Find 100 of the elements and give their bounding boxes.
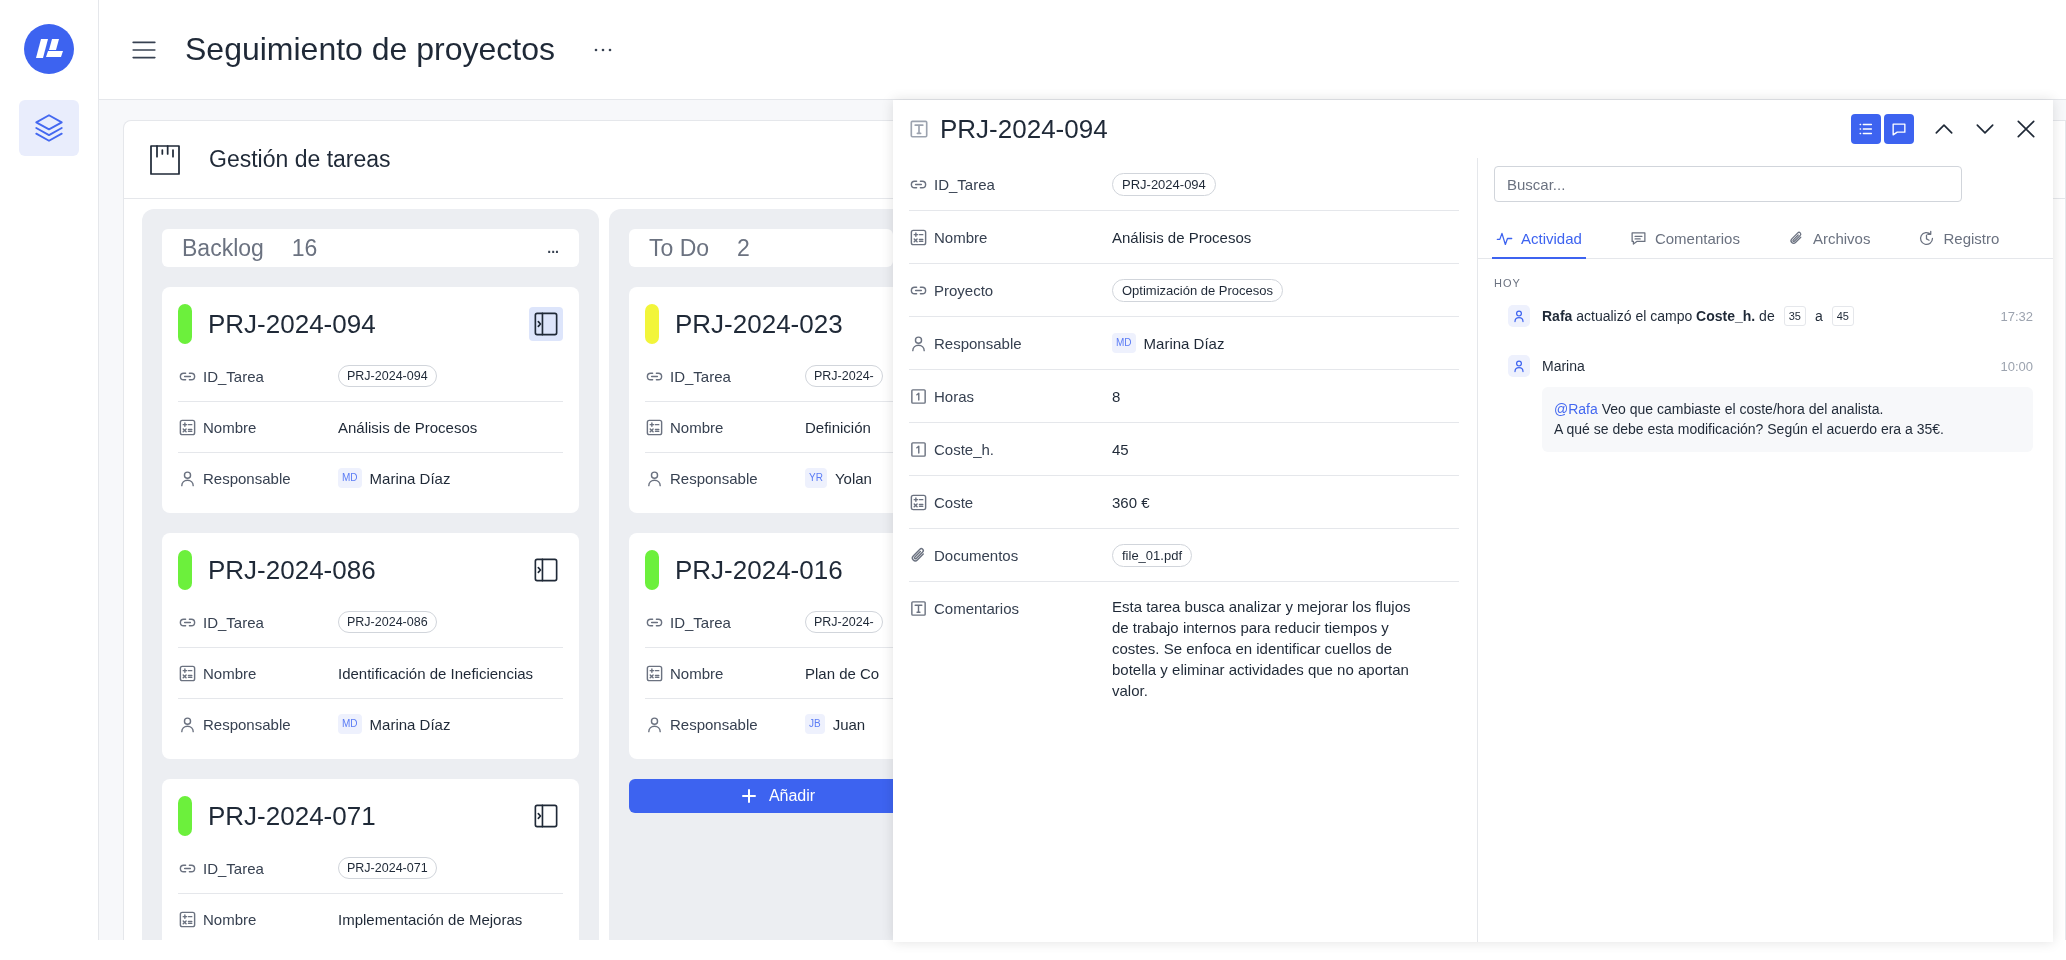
chat-view-button[interactable] <box>1884 114 1914 144</box>
task-card[interactable]: PRJ-2024-016 ID_Tarea PRJ-2024- Nombre Plan de Co Responsable JB Juan <box>629 533 893 759</box>
formula-icon <box>178 663 197 683</box>
card-title: PRJ-2024-023 <box>675 308 843 340</box>
plus-icon <box>740 788 757 804</box>
avatar-initials: YR <box>805 468 827 488</box>
comment-icon <box>1629 230 1647 247</box>
field-label: Nombre <box>934 228 988 246</box>
field-label: Coste_h. <box>934 440 995 458</box>
side-panel-icon <box>533 311 559 337</box>
tab[interactable]: Actividad <box>1492 224 1586 259</box>
field-value: Marina Díaz <box>369 715 451 733</box>
person-icon <box>178 714 197 734</box>
field-value: Juan <box>832 715 866 733</box>
task-card[interactable]: PRJ-2024-094 ID_Tarea PRJ-2024-094 Nombre Análisis de Procesos Responsable MD Marina Díaz <box>162 287 579 513</box>
field-value: Identificación de Ineficiencias <box>338 664 535 682</box>
avatar-initials: MD <box>1112 333 1136 353</box>
page-title: Seguimiento de proyectos <box>185 31 555 68</box>
field-label: ID_Tarea <box>203 367 264 385</box>
card-title: PRJ-2024-071 <box>208 800 376 832</box>
number-icon <box>909 439 928 459</box>
avatar-initials: JB <box>805 714 825 734</box>
field-label: Responsable <box>203 469 291 487</box>
text-icon <box>908 118 930 140</box>
activity-icon <box>1496 230 1513 247</box>
layers-icon <box>32 111 66 145</box>
task-card[interactable]: PRJ-2024-086 ID_Tarea PRJ-2024-086 Nombre Identificación de Ineficiencias Responsable MD Marina Díaz <box>162 533 579 759</box>
column-name: To Do <box>649 234 710 262</box>
tab[interactable]: Archivos <box>1783 224 1875 259</box>
task-card[interactable]: PRJ-2024-023 ID_Tarea PRJ-2024- Nombre Definición Responsable YR Yolan <box>629 287 893 513</box>
chat-icon <box>1890 120 1908 138</box>
more-menu[interactable]: ... <box>547 240 559 256</box>
user-icon <box>1508 355 1530 377</box>
column-name: Backlog <box>182 234 264 262</box>
card-title: PRJ-2024-086 <box>208 554 376 586</box>
activity-text: a <box>1814 308 1823 324</box>
field-label: Nombre <box>203 664 257 682</box>
number-icon <box>909 386 928 406</box>
logo-icon[interactable] <box>24 24 74 74</box>
field-value: Plan de Co <box>805 664 881 682</box>
field-label: Comentarios <box>934 599 1020 617</box>
field-label: Responsable <box>670 715 758 733</box>
layers-button[interactable] <box>19 100 79 156</box>
old-value: 35 <box>1783 306 1806 326</box>
day-heading: HOY <box>1494 277 1522 289</box>
history-icon <box>1918 230 1936 247</box>
field-label: Documentos <box>934 546 1019 564</box>
field-value: Análisis de Procesos <box>1112 228 1253 246</box>
field-label: Responsable <box>203 715 291 733</box>
add-button[interactable]: Añadir <box>629 779 893 813</box>
avatar-initials: MD <box>338 714 362 734</box>
field-label: Nombre <box>670 664 724 682</box>
board-title: Gestión de tareas <box>209 146 391 173</box>
field-value: Análisis de Procesos <box>338 418 479 436</box>
open-panel-button[interactable] <box>529 307 563 341</box>
search-field[interactable]: Buscar... <box>1494 166 1962 202</box>
field-value: Implementación de Mejoras <box>338 910 524 928</box>
field-label: Responsable <box>670 469 758 487</box>
side-panel-icon <box>533 557 559 583</box>
formula-icon <box>178 417 197 437</box>
field-value: Yolan <box>834 469 872 487</box>
column-count: 16 <box>291 234 318 262</box>
field-value: 360 € <box>1112 493 1151 511</box>
user-name: Marina <box>1542 358 1586 374</box>
field-value: 45 <box>1112 440 1130 458</box>
user-icon <box>1508 305 1530 327</box>
new-value: 45 <box>1831 306 1854 326</box>
board-icon <box>149 143 181 176</box>
person-icon <box>645 468 664 488</box>
field-value: Marina Díaz <box>369 469 451 487</box>
more-icon[interactable] <box>593 46 613 53</box>
field-label: ID_Tarea <box>670 367 731 385</box>
formula-icon <box>909 227 928 247</box>
field-label: Proyecto <box>934 281 994 299</box>
activity-text: Rafa actualizó el campo Coste_h. de <box>1542 308 1775 324</box>
text-icon <box>909 598 928 618</box>
list-view-button[interactable] <box>1851 114 1881 144</box>
person-icon <box>645 714 664 734</box>
person-icon <box>178 468 197 488</box>
field-label: Nombre <box>203 418 257 436</box>
timestamp: 10:00 <box>2000 358 2033 374</box>
tab[interactable]: Comentarios <box>1625 224 1744 259</box>
field-value: Marina Díaz <box>1143 334 1225 352</box>
field-value: 8 <box>1112 387 1122 405</box>
close-icon[interactable] <box>2015 118 2037 140</box>
field-value: Definición <box>805 418 872 436</box>
card-title: PRJ-2024-016 <box>675 554 843 586</box>
formula-icon <box>645 417 664 437</box>
mention-link[interactable]: @Rafa <box>1554 401 1598 417</box>
field-label: ID_Tarea <box>203 859 264 877</box>
tab[interactable]: Registro <box>1914 224 2004 259</box>
field-label: Nombre <box>203 910 257 928</box>
card-title: PRJ-2024-094 <box>208 308 376 340</box>
avatar-initials: MD <box>338 468 362 488</box>
task-card[interactable]: PRJ-2024-071 ID_Tarea PRJ-2024-071 Nombre Implementación de Mejoras <box>162 779 579 940</box>
field-value: Esta tarea busca analizar y mejorar los flujos de trabajo internos para reducir tiempos y costes. Se enfoca en identificar cuellos de botella y eliminar actividades que no aportan valor. <box>1112 597 1412 701</box>
side-panel-icon <box>533 803 559 829</box>
field-label: ID_Tarea <box>203 613 264 631</box>
formula-icon <box>645 663 664 683</box>
field-label: Responsable <box>934 334 1022 352</box>
